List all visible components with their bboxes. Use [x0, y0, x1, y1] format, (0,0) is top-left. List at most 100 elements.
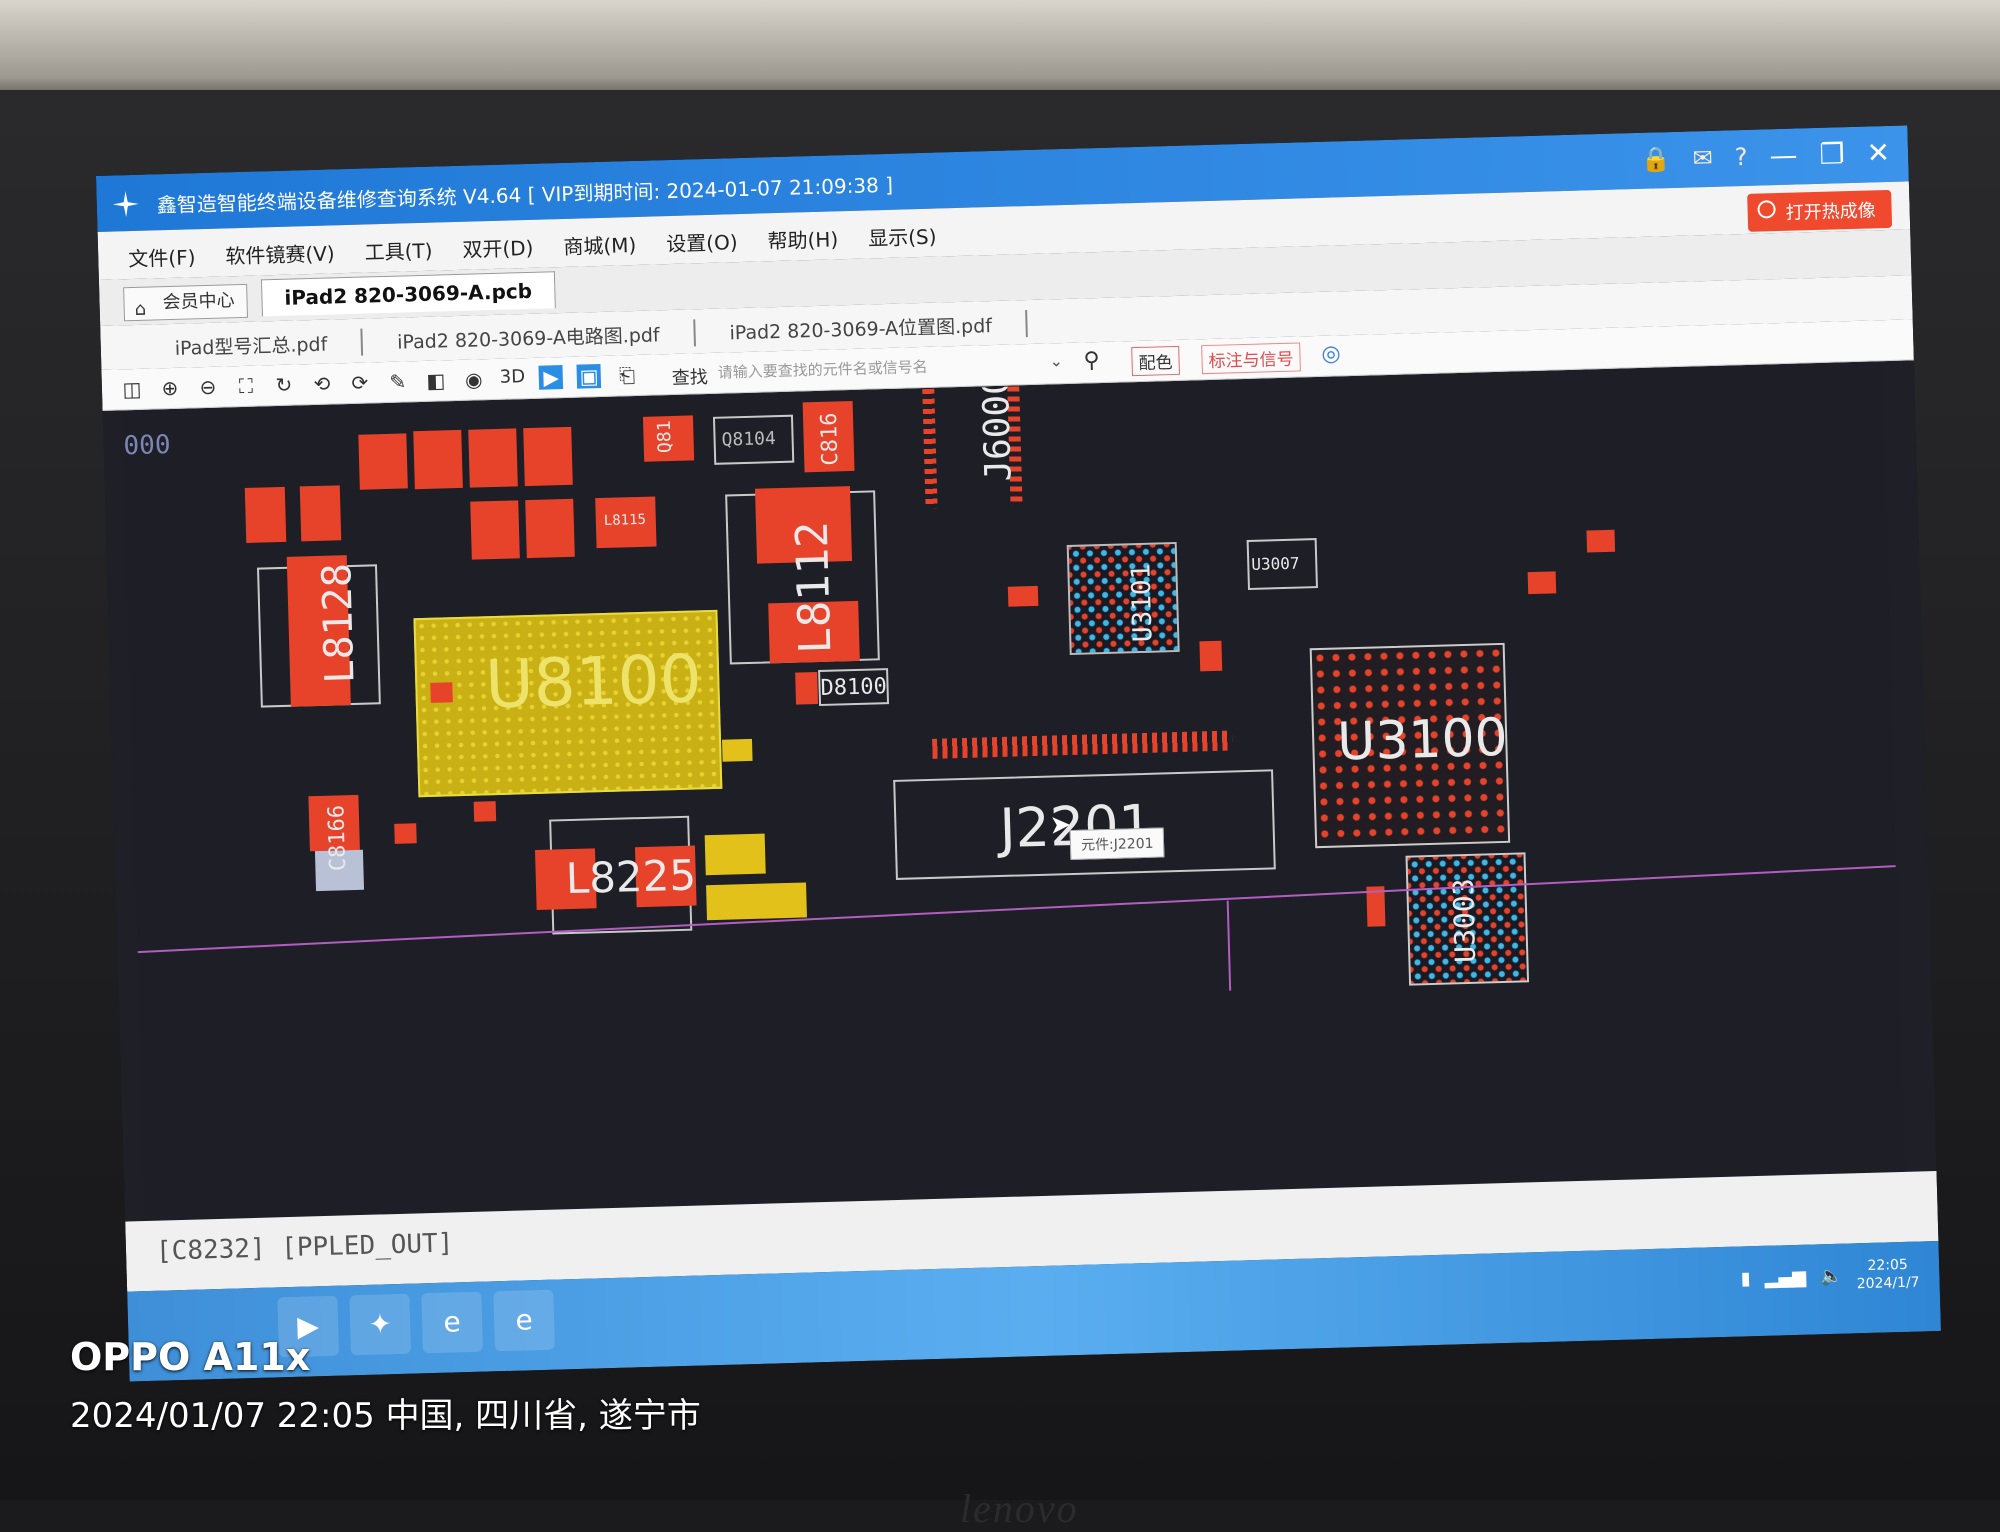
highlighted-pad	[706, 882, 807, 921]
search-input[interactable]	[715, 349, 1050, 387]
menu-tools[interactable]: 工具(T)	[364, 235, 433, 266]
message-icon[interactable]: ✉	[1692, 143, 1713, 172]
label-signal-button[interactable]: 标注与信号	[1201, 342, 1301, 375]
split-view-icon[interactable]: ◫	[120, 377, 145, 402]
label-l8115: L8115	[603, 511, 647, 529]
label-c8166: C8166	[324, 804, 352, 872]
thermal-imaging-label: 打开热成像	[1785, 200, 1876, 224]
bezel-logo: lenovo	[960, 1486, 1079, 1531]
minimize-button[interactable]: —	[1769, 138, 1798, 172]
clock-time: 22:05	[1867, 1256, 1909, 1274]
refresh-icon[interactable]: ↻	[272, 373, 297, 398]
3d-view-button[interactable]: 3D	[499, 366, 525, 391]
camera-device-watermark: OPPO A11x	[70, 1335, 311, 1379]
close-button[interactable]: ✕	[1866, 136, 1890, 170]
highlighted-pad	[721, 738, 753, 762]
tab-pdf-placement[interactable]: iPad2 820-3069-A位置图.pdf	[695, 310, 1029, 347]
pcb-canvas[interactable]: 000 L8115 L8128 U8100 Q81 Q8104 C816 L81…	[122, 362, 1905, 1222]
menu-settings[interactable]: 设置(O)	[666, 226, 738, 257]
restore-button[interactable]: ❐	[1819, 137, 1845, 171]
taskbar-ie-icon[interactable]: e	[493, 1289, 555, 1352]
menu-software[interactable]: 软件镜赛(V)	[225, 237, 335, 269]
label-q81: Q81	[653, 420, 676, 454]
brush-icon[interactable]: ✎	[386, 369, 411, 394]
zoom-in-icon[interactable]: ⊕	[158, 376, 183, 401]
mouse-icon[interactable]: ⎗	[615, 363, 640, 388]
system-tray: ▮ ▂▄▆ 🔈 22:05 2024/1/7	[1740, 1256, 1920, 1297]
taskbar-browser-icon[interactable]: e	[421, 1291, 483, 1354]
help-icon[interactable]: ?	[1734, 142, 1748, 170]
signal-icon[interactable]: ▂▄▆	[1764, 1266, 1806, 1288]
tab-member-center-label: 会员中心	[162, 290, 235, 314]
clock-date: 2024/1/7	[1856, 1274, 1920, 1293]
play-icon[interactable]: ▶	[538, 365, 564, 390]
mouse-cursor-icon: ➤	[1049, 810, 1072, 841]
label-000: 000	[123, 430, 171, 462]
color-scheme-button[interactable]: 配色	[1131, 345, 1180, 377]
inductor-pad	[358, 433, 408, 490]
highlighted-pad	[704, 833, 766, 876]
power-icon	[1757, 200, 1776, 219]
menu-file[interactable]: 文件(F)	[128, 241, 196, 272]
label-l8128: L8128	[314, 562, 364, 685]
select-icon[interactable]: ▣	[576, 363, 602, 389]
home-icon: ⌂	[134, 298, 147, 320]
component-tooltip: 元件:J2201	[1069, 827, 1165, 861]
menu-store[interactable]: 商城(M)	[563, 229, 637, 260]
lock-icon[interactable]: 🔒	[1640, 145, 1671, 174]
thermal-imaging-button[interactable]: 打开热成像	[1747, 189, 1893, 232]
window-controls: 🔒 ✉ ? — ❐ ✕	[1640, 136, 1890, 176]
status-net-text: [C8232] [PPLED_OUT]	[155, 1228, 454, 1267]
label-u3003: U3003	[1446, 877, 1483, 964]
inductor-l8119	[523, 426, 573, 487]
inductor-pad	[525, 498, 575, 559]
search-icon[interactable]: ⚲	[1083, 348, 1100, 373]
network-icon[interactable]: ▮	[1740, 1268, 1750, 1289]
inductor-pad	[470, 500, 520, 560]
label-u8100: U8100	[484, 640, 703, 724]
inductor-pad	[299, 485, 342, 542]
rotate-right-icon[interactable]: ⟳	[348, 370, 373, 395]
layer-icon[interactable]: ◉	[461, 367, 486, 392]
system-clock[interactable]: 22:05 2024/1/7	[1856, 1256, 1920, 1294]
tab-member-center[interactable]: ⌂ 会员中心	[123, 283, 249, 322]
diode-pad	[795, 672, 819, 705]
menu-display[interactable]: 显示(S)	[868, 221, 937, 252]
camera-info-watermark: 2024/01/07 22:05 中国, 四川省, 遂宁市	[70, 1396, 701, 1436]
small-pad	[1007, 585, 1039, 607]
rotate-left-icon[interactable]: ⟲	[310, 371, 335, 396]
fit-view-icon[interactable]: ⛶	[234, 374, 259, 399]
inductor-pad	[244, 486, 287, 543]
label-j6000: J6000	[975, 372, 1020, 483]
label-q8104: Q8104	[721, 428, 777, 451]
connector-j2201-pins	[932, 730, 1233, 759]
label-u3007: U3007	[1251, 553, 1300, 574]
small-pad	[1586, 529, 1616, 553]
menu-help[interactable]: 帮助(H)	[767, 223, 838, 254]
label-c816: C816	[816, 412, 844, 466]
search-label: 查找	[671, 366, 709, 389]
menu-dual-open[interactable]: 双开(D)	[462, 232, 534, 263]
small-pad	[394, 823, 417, 844]
board-outline	[1226, 900, 1232, 991]
small-pad	[430, 682, 453, 703]
window-title: 鑫智造智能终端设备维修查询系统 V4.64 [ VIP到期时间: 2024-01…	[156, 172, 894, 218]
label-l8112: L8112	[786, 520, 842, 655]
board-outline	[137, 865, 1896, 954]
chip-u3101[interactable]	[1066, 541, 1180, 655]
volume-icon[interactable]: 🔈	[1820, 1265, 1843, 1287]
connector-pins	[922, 388, 938, 509]
eye-icon[interactable]: ◎	[1321, 341, 1341, 367]
chevron-down-icon[interactable]: ⌄	[1049, 351, 1063, 370]
tab-pcb-file[interactable]: iPad2 820-3069-A.pcb	[260, 271, 556, 317]
label-u3101: U3101	[1126, 563, 1159, 643]
label-l8225: L8225	[565, 850, 697, 904]
small-pad	[1199, 640, 1223, 672]
taskbar-app-icon[interactable]: ✦	[349, 1293, 412, 1356]
small-pad	[1527, 571, 1557, 595]
tab-pdf-summary[interactable]: iPad型号汇总.pdf	[140, 328, 364, 362]
zoom-out-icon[interactable]: ⊖	[196, 375, 221, 400]
mirror-icon[interactable]: ◧	[424, 368, 449, 393]
tab-pdf-schematic[interactable]: iPad2 820-3069-A电路图.pdf	[362, 319, 696, 356]
small-pad	[473, 801, 497, 822]
